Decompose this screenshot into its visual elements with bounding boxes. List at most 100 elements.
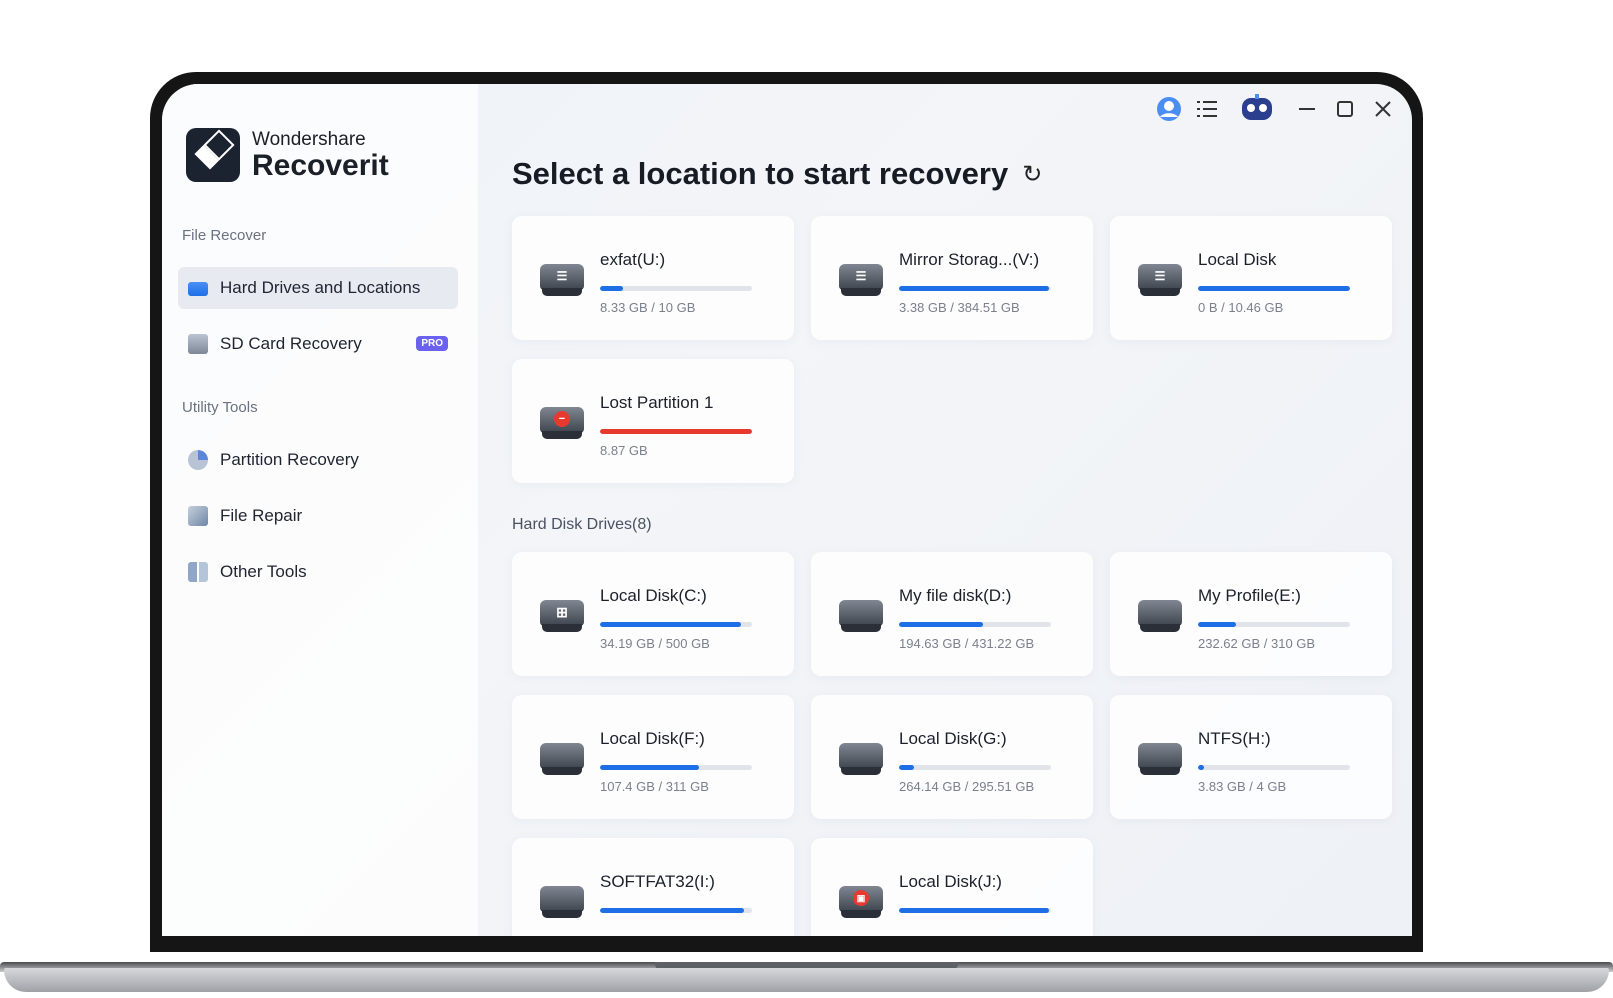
drive-name: NTFS(H:) xyxy=(1198,729,1271,748)
drive-card[interactable]: ☰ exfat(U:) 8.33 GB / 10 GB xyxy=(512,216,794,340)
drive-usage-fill xyxy=(600,765,699,770)
hard-drive-icon xyxy=(1138,596,1182,632)
user-avatar-icon[interactable] xyxy=(1150,90,1188,128)
menu-list-icon[interactable] xyxy=(1188,90,1226,128)
drive-size: 194.63 GB / 431.22 GB xyxy=(899,636,1035,651)
drive-card[interactable]: Local Disk(G:) 264.14 GB / 295.51 GB xyxy=(811,695,1093,819)
drive-usage-fill xyxy=(600,908,745,913)
drive-usage-fill xyxy=(1198,765,1205,770)
drive-usage-bar xyxy=(899,622,1051,627)
section-label-file-recover: File Recover xyxy=(182,227,267,244)
drive-size: 264.14 GB / 295.51 GB xyxy=(899,779,1035,794)
windows-drive-icon: ⊞ xyxy=(540,596,584,632)
drive-size: 107.4 GB / 311 GB xyxy=(600,779,709,794)
sidebar-item-file-repair[interactable]: File Repair xyxy=(178,495,458,537)
minimize-icon[interactable] xyxy=(1288,90,1326,128)
hard-drive-icon xyxy=(188,282,208,296)
pro-badge: PRO xyxy=(416,336,448,351)
drive-card[interactable]: Local Disk(F:) 107.4 GB / 311 GB xyxy=(512,695,794,819)
hard-drive-icon xyxy=(839,596,883,632)
drive-usage-fill xyxy=(899,622,983,627)
sidebar-item-other-tools[interactable]: Other Tools xyxy=(178,551,458,593)
drive-usage-bar xyxy=(600,286,752,291)
sidebar-item-label: Hard Drives and Locations xyxy=(220,278,421,297)
sidebar-item-hard-drives[interactable]: Hard Drives and Locations xyxy=(178,267,458,309)
drive-card[interactable]: My file disk(D:) 194.63 GB / 431.22 GB xyxy=(811,552,1093,676)
drive-usage-bar xyxy=(600,765,752,770)
drive-name: Lost Partition 1 xyxy=(600,393,714,412)
drive-usage-bar xyxy=(1198,622,1350,627)
sidebar: Wondershare Recoverit File Recover Hard … xyxy=(162,84,478,936)
sd-card-icon xyxy=(188,334,208,354)
logo-product-name: Recoverit xyxy=(252,148,389,182)
usb-drive-icon: ☰ xyxy=(540,260,584,296)
drive-card[interactable]: NTFS(H:) 3.83 GB / 4 GB xyxy=(1110,695,1392,819)
page-title-text: Select a location to start recovery xyxy=(512,156,1009,191)
drive-card[interactable]: ☰ Local Disk 0 B / 10.46 GB xyxy=(1110,216,1392,340)
drive-size: 3.83 GB / 4 GB xyxy=(1198,779,1287,794)
drive-usage-fill xyxy=(899,286,1050,291)
logo-brand: Wondershare xyxy=(252,128,366,150)
drive-size: 0 B / 10.46 GB xyxy=(1198,300,1284,315)
recoverit-logo-icon xyxy=(186,128,240,182)
drive-usage-bar xyxy=(899,765,1051,770)
drive-card[interactable]: − Lost Partition 1 8.87 GB xyxy=(512,359,794,483)
hard-drive-icon xyxy=(839,739,883,775)
sidebar-item-sd-card[interactable]: SD Card Recovery PRO xyxy=(178,323,458,365)
drive-name: My file disk(D:) xyxy=(899,586,1012,605)
drive-usage-fill xyxy=(1198,286,1350,291)
usb-drive-icon: ☰ xyxy=(839,260,883,296)
drive-name: My Profile(E:) xyxy=(1198,586,1301,605)
hard-drive-icon xyxy=(540,882,584,918)
maximize-icon[interactable] xyxy=(1326,90,1364,128)
drive-name: exfat(U:) xyxy=(600,250,666,269)
drive-card[interactable]: SOFTFAT32(I:) xyxy=(512,838,794,936)
drive-usage-fill xyxy=(600,622,742,627)
drive-card[interactable]: ⊞ Local Disk(C:) 34.19 GB / 500 GB xyxy=(512,552,794,676)
usb-drive-icon: ☰ xyxy=(1138,260,1182,296)
laptop-base xyxy=(4,968,1609,992)
drive-name: Local Disk(J:) xyxy=(899,872,1002,891)
refresh-icon[interactable]: ↻ xyxy=(1022,160,1042,189)
drive-name: Local Disk(F:) xyxy=(600,729,705,748)
sidebar-item-label: Other Tools xyxy=(220,562,307,581)
section-label-hard-disk-drives: Hard Disk Drives(8) xyxy=(512,516,652,533)
window-toolbar xyxy=(1150,90,1402,128)
sidebar-item-label: SD Card Recovery xyxy=(220,334,362,353)
drive-name: Local Disk(G:) xyxy=(899,729,1007,748)
drive-usage-fill xyxy=(1198,622,1236,627)
drive-size: 8.87 GB xyxy=(600,443,648,458)
locked-drive-icon: ▣ xyxy=(839,882,883,918)
tools-grid-icon xyxy=(188,562,208,582)
drive-size: 34.19 GB / 500 GB xyxy=(600,636,710,651)
drive-card[interactable]: My Profile(E:) 232.62 GB / 310 GB xyxy=(1110,552,1392,676)
drive-usage-fill xyxy=(600,286,623,291)
sidebar-item-partition-recovery[interactable]: Partition Recovery xyxy=(178,439,458,481)
section-label-utility-tools: Utility Tools xyxy=(182,399,258,416)
drive-usage-bar xyxy=(1198,286,1350,291)
drive-usage-bar xyxy=(600,622,752,627)
drive-usage-fill xyxy=(600,429,752,434)
hard-drive-icon xyxy=(1138,739,1182,775)
drive-usage-bar xyxy=(899,908,1051,913)
hard-drive-icon xyxy=(540,739,584,775)
drive-name: Local Disk(C:) xyxy=(600,586,707,605)
robot-assistant-icon[interactable] xyxy=(1226,90,1288,128)
pie-chart-icon xyxy=(188,450,208,470)
sidebar-item-label: File Repair xyxy=(220,506,303,525)
sidebar-item-label: Partition Recovery xyxy=(220,450,359,469)
page-title: Select a location to start recovery ↻ xyxy=(512,156,1042,192)
app-window: Wondershare Recoverit File Recover Hard … xyxy=(162,84,1412,936)
drive-size: 232.62 GB / 310 GB xyxy=(1198,636,1316,651)
drive-usage-bar xyxy=(899,286,1051,291)
file-repair-icon xyxy=(188,506,208,526)
drive-size: 3.38 GB / 384.51 GB xyxy=(899,300,1020,315)
drive-card[interactable]: ▣ Local Disk(J:) xyxy=(811,838,1093,936)
drive-name: Mirror Storag...(V:) xyxy=(899,250,1040,269)
lost-partition-icon: − xyxy=(540,403,584,439)
drive-card[interactable]: ☰ Mirror Storag...(V:) 3.38 GB / 384.51 GB xyxy=(811,216,1093,340)
drive-usage-bar xyxy=(600,908,752,913)
drive-name: SOFTFAT32(I:) xyxy=(600,872,715,891)
drive-size: 8.33 GB / 10 GB xyxy=(600,300,696,315)
close-icon[interactable] xyxy=(1364,90,1402,128)
